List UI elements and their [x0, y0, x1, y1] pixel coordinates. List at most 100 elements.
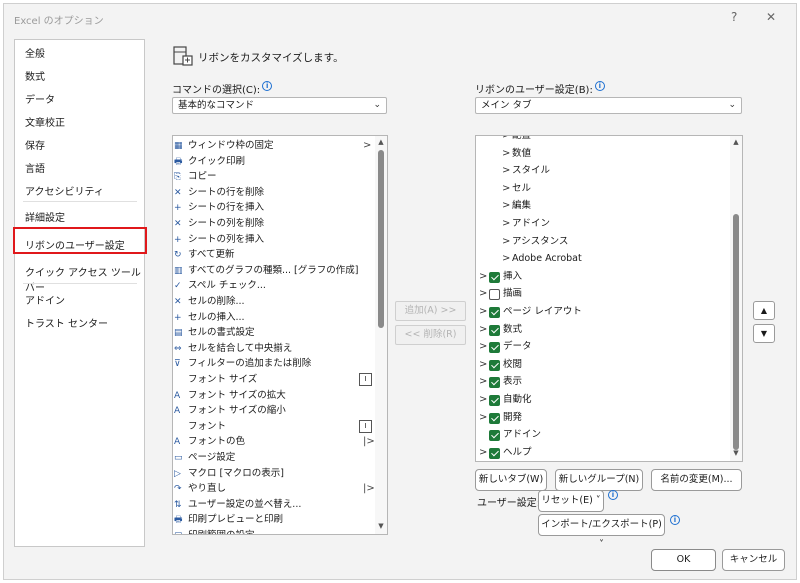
chevron-right-icon[interactable]: > — [479, 356, 487, 374]
tab-checkbox[interactable] — [489, 377, 500, 389]
chevron-right-icon[interactable]: > — [479, 338, 487, 356]
command-item[interactable]: 🖶 印刷プレビューと印刷 — [173, 512, 378, 528]
command-item[interactable]: ⇔ セルを結合して中央揃え — [173, 341, 378, 357]
ribbon-tree-item[interactable]: > アシスタンス — [476, 233, 731, 251]
sidebar-item-save[interactable]: 保存 — [25, 137, 45, 152]
sidebar-item-trust-center[interactable]: トラスト センター — [25, 315, 108, 330]
sidebar-item-formulas[interactable]: 数式 — [25, 68, 45, 83]
scroll-thumb[interactable] — [733, 214, 739, 450]
command-item[interactable]: 🖶 クイック印刷 — [173, 154, 378, 170]
chevron-right-icon[interactable]: > — [479, 461, 487, 462]
ribbon-tree-item[interactable]: > セル — [476, 180, 731, 198]
tab-checkbox[interactable] — [489, 447, 500, 459]
chevron-right-icon[interactable]: > — [479, 303, 487, 321]
move-up-button[interactable]: ▲ — [753, 301, 775, 320]
info-icon[interactable]: i — [262, 81, 273, 91]
ribbon-tree-item[interactable]: > Adobe Acrobat — [476, 250, 731, 268]
ribbon-tree-item[interactable]: > ヘルプ — [476, 444, 731, 461]
ribbon-tree-item[interactable]: > 数値 — [476, 145, 731, 163]
chevron-right-icon[interactable]: > — [479, 391, 487, 409]
info-icon[interactable]: i — [594, 81, 605, 91]
remove-button[interactable]: << 削除(R) — [395, 325, 466, 345]
new-tab-button[interactable]: 新しいタブ(W) — [475, 469, 547, 491]
chevron-right-icon[interactable]: > — [479, 321, 487, 339]
cancel-button[interactable]: キャンセル — [722, 549, 785, 571]
command-item[interactable]: + シートの行を挿入 — [173, 200, 378, 216]
tab-checkbox[interactable] — [489, 324, 500, 336]
command-item[interactable]: ▭ ページ設定 — [173, 450, 378, 466]
command-item[interactable]: A フォント サイズの縮小 — [173, 403, 378, 419]
ribbon-tree-item[interactable]: > 表示 — [476, 373, 731, 391]
sidebar-item-quick-access-toolbar[interactable]: クイック アクセス ツール バー — [25, 264, 144, 294]
ribbon-tree-item[interactable]: > 数式 — [476, 321, 731, 339]
ribbon-tree-item[interactable]: > スタイル — [476, 162, 731, 180]
command-item[interactable]: A フォントの色 |> — [173, 434, 378, 450]
command-item[interactable]: フォント サイズ I — [173, 372, 378, 388]
chevron-right-icon[interactable]: > — [479, 409, 487, 427]
command-item[interactable]: ✕ シートの行を削除 — [173, 185, 378, 201]
scroll-up-icon[interactable]: ▲ — [731, 138, 741, 146]
command-item[interactable]: ⎘ コピー — [173, 169, 378, 185]
commands-list[interactable]: ▦ ウィンドウ枠の固定 > 🖶 クイック印刷 ⎘ コピー ✕ シートの行を削除 + シートの行を挿入… — [172, 135, 388, 535]
ribbon-tree-item[interactable]: > 配置 — [476, 136, 731, 145]
command-item[interactable]: ↻ すべて更新 — [173, 247, 378, 263]
import-export-button[interactable]: インポート/エクスポート(P) ˅ — [538, 514, 665, 550]
chevron-right-icon[interactable]: > — [502, 233, 510, 251]
rename-button[interactable]: 名前の変更(M)... — [651, 469, 742, 491]
ribbon-tree-item[interactable]: > ページ レイアウト — [476, 303, 731, 321]
tab-checkbox[interactable] — [489, 412, 500, 424]
tab-checkbox[interactable] — [489, 307, 500, 318]
command-item[interactable]: ⇅ ユーザー設定の並べ替え... — [173, 497, 378, 513]
sidebar-item-addins[interactable]: アドイン — [25, 292, 65, 307]
sidebar-item-data[interactable]: データ — [25, 91, 55, 106]
command-item[interactable]: フォント I — [173, 419, 378, 435]
tab-checkbox[interactable] — [489, 289, 500, 301]
ribbon-tree-item[interactable]: > 描画 — [476, 285, 731, 303]
chevron-right-icon[interactable]: > — [502, 250, 510, 268]
tab-checkbox[interactable] — [489, 342, 500, 354]
command-item[interactable]: A フォント サイズの拡大 — [173, 388, 378, 404]
chevron-right-icon[interactable]: > — [479, 285, 487, 303]
command-item[interactable]: ▥ すべてのグラフの種類... [グラフの作成] — [173, 263, 378, 279]
command-item[interactable]: ▦ ウィンドウ枠の固定 > — [173, 138, 378, 154]
command-item[interactable]: ⊽ フィルターの追加または削除 — [173, 356, 378, 372]
reset-button[interactable]: リセット(E) ˅ — [538, 490, 604, 512]
info-icon[interactable]: i — [608, 490, 618, 500]
chevron-right-icon[interactable]: > — [502, 145, 510, 163]
ribbon-tree-item[interactable]: > アドイン — [476, 215, 731, 233]
customize-ribbon-combo[interactable]: メイン タブ ⌄ — [475, 97, 742, 114]
ribbon-tree-item[interactable]: > データ — [476, 338, 731, 356]
choose-commands-combo[interactable]: 基本的なコマンド ⌄ — [172, 97, 387, 114]
command-item[interactable]: ▷ マクロ [マクロの表示] — [173, 466, 378, 482]
ribbon-tabs-tree[interactable]: > 配置 > 数値 > スタイル > セル > 編集 > アドイン > アシスタンス > Adobe Acro… — [475, 135, 743, 462]
help-button[interactable]: ? — [731, 10, 737, 24]
command-item[interactable]: ✕ シートの列を削除 — [173, 216, 378, 232]
sidebar-item-accessibility[interactable]: アクセシビリティ — [25, 183, 104, 198]
sidebar-item-language[interactable]: 言語 — [25, 160, 45, 175]
info-icon[interactable]: i — [670, 515, 680, 525]
ok-button[interactable]: OK — [651, 549, 716, 571]
ribbon-tree-item[interactable]: > 校閲 — [476, 356, 731, 374]
chevron-right-icon[interactable]: > — [479, 444, 487, 461]
chevron-right-icon[interactable]: > — [502, 180, 510, 198]
chevron-right-icon[interactable]: > — [479, 373, 487, 391]
chevron-right-icon[interactable]: > — [502, 136, 510, 145]
command-item[interactable]: ▢印刷範囲の設定 — [173, 528, 378, 534]
chevron-right-icon[interactable]: > — [502, 197, 510, 215]
command-item[interactable]: ▤ セルの書式設定 — [173, 325, 378, 341]
ribbon-tree-item[interactable]: > 編集 — [476, 197, 731, 215]
ribbon-tree-item[interactable]: アドイン — [476, 426, 731, 444]
tab-checkbox[interactable] — [489, 271, 500, 283]
scroll-up-icon[interactable]: ▲ — [376, 138, 386, 146]
chevron-right-icon[interactable]: > — [479, 268, 487, 286]
add-button[interactable]: 追加(A) >> — [395, 301, 466, 321]
scroll-thumb[interactable] — [378, 150, 384, 328]
command-item[interactable]: ✕ セルの削除... — [173, 294, 378, 310]
close-button[interactable]: ✕ — [766, 10, 776, 24]
ribbon-tree-item[interactable]: > 自動化 — [476, 391, 731, 409]
new-group-button[interactable]: 新しいグループ(N) — [555, 469, 643, 491]
tab-checkbox[interactable] — [489, 395, 500, 406]
tree-scrollbar[interactable]: ▲ ▼ — [730, 136, 742, 461]
command-item[interactable]: ↷ やり直し |> — [173, 481, 378, 497]
command-item[interactable]: + セルの挿入... — [173, 310, 378, 326]
